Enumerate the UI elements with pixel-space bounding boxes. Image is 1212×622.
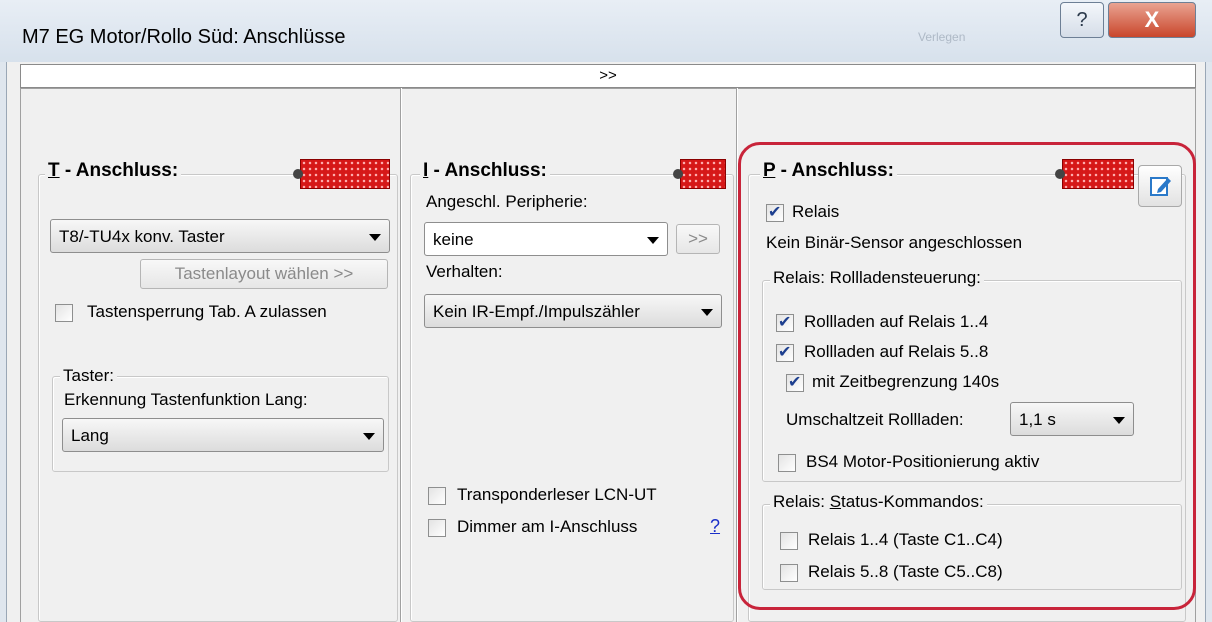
column-separator-2 (736, 88, 738, 622)
rollladen-1-4-label: Rollladen auf Relais 1..4 (804, 312, 989, 331)
zeitbegrenzung-label: mit Zeitbegrenzung 140s (812, 372, 1000, 391)
bs4-label: BS4 Motor-Positionierung aktiv (806, 452, 1040, 471)
peripherie-select[interactable]: keine (424, 222, 668, 256)
dimmer-help-link[interactable]: ? (710, 516, 720, 537)
t-device-select[interactable]: T8/-TU4x konv. Taster (50, 219, 390, 253)
tastensperrung-label: Tastensperrung Tab. A zulassen (87, 302, 327, 321)
i-connector-module-icon (673, 159, 726, 189)
peripherie-select-value: keine (433, 230, 474, 249)
status-kommandos-title: Relais: Status-Kommandos: (770, 492, 987, 512)
dimmer-checkbox[interactable] (428, 519, 446, 537)
umschaltzeit-label: Umschaltzeit Rollladen: (786, 410, 964, 429)
rollladen-1-4-checkbox[interactable] (776, 312, 794, 332)
i-anschluss-title: I - Anschluss: (420, 160, 550, 182)
transponder-checkbox[interactable] (428, 487, 446, 505)
relais-c5-c8-checkbox[interactable] (780, 564, 798, 582)
p-anschluss-title: P - Anschluss: (760, 160, 897, 182)
window-title: M7 EG Motor/Rollo Süd: Anschlüsse (22, 26, 346, 48)
tastenlayout-button[interactable]: Tastenlayout wählen >> (140, 259, 388, 289)
rollladen-5-8-checkbox[interactable] (776, 342, 794, 362)
chevron-down-icon (701, 309, 713, 316)
relais-checkbox[interactable] (766, 202, 784, 222)
t-device-select-value: T8/-TU4x konv. Taster (59, 227, 225, 246)
relais-c1-c4-label: Relais 1..4 (Taste C1..C4) (808, 530, 1003, 549)
column-separator-1 (400, 88, 402, 622)
close-icon: X (1144, 7, 1160, 32)
help-icon: ? (1076, 8, 1088, 31)
t-connector-module-icon (293, 159, 390, 189)
rollladen-group-title: Relais: Rollladensteuerung: (770, 268, 984, 288)
title-bar: M7 EG Motor/Rollo Süd: Anschlüsse Verleg… (0, 0, 1212, 62)
sensor-status-text: Kein Binär-Sensor angeschlossen (766, 233, 1023, 252)
tastensperrung-checkbox[interactable] (55, 304, 73, 322)
edit-button[interactable] (1138, 165, 1182, 207)
dimmer-label: Dimmer am I-Anschluss (457, 517, 638, 536)
verhalten-select-value: Kein IR-Empf./Impulszähler (433, 302, 640, 321)
rollladen-5-8-label: Rollladen auf Relais 5..8 (804, 342, 989, 361)
relais-label: Relais (792, 202, 840, 221)
verhalten-label: Verhalten: (426, 262, 503, 281)
background-ghost-text: Verlegen (918, 30, 966, 44)
close-button[interactable]: X (1108, 2, 1196, 38)
erkennung-select-value: Lang (71, 426, 109, 445)
chevron-down-icon (369, 234, 381, 241)
chevron-down-icon (647, 237, 659, 244)
transponder-label: Transponderleser LCN-UT (457, 485, 657, 504)
p-connector-module-icon (1055, 159, 1134, 189)
chevron-down-icon (363, 433, 375, 440)
bs4-checkbox[interactable] (778, 454, 796, 472)
chevron-down-icon (1113, 417, 1125, 424)
erkennung-select[interactable]: Lang (62, 418, 384, 452)
taster-group-title: Taster: (60, 366, 118, 386)
umschaltzeit-select-value: 1,1 s (1019, 410, 1056, 429)
erkennung-label: Erkennung Tastenfunktion Lang: (64, 390, 308, 409)
verhalten-select[interactable]: Kein IR-Empf./Impulszähler (424, 294, 722, 328)
help-button[interactable]: ? (1060, 2, 1104, 38)
peripherie-label: Angeschl. Peripherie: (426, 192, 588, 211)
umschaltzeit-select[interactable]: 1,1 s (1010, 402, 1134, 436)
edit-icon (1150, 177, 1171, 196)
peripherie-more-button[interactable]: >> (676, 224, 720, 254)
relais-c1-c4-checkbox[interactable] (780, 532, 798, 550)
relais-c5-c8-label: Relais 5..8 (Taste C5..C8) (808, 562, 1003, 581)
t-anschluss-title: T - Anschluss: (45, 160, 182, 182)
zeitbegrenzung-checkbox[interactable] (786, 372, 804, 392)
expander-button[interactable]: >> (20, 64, 1196, 88)
